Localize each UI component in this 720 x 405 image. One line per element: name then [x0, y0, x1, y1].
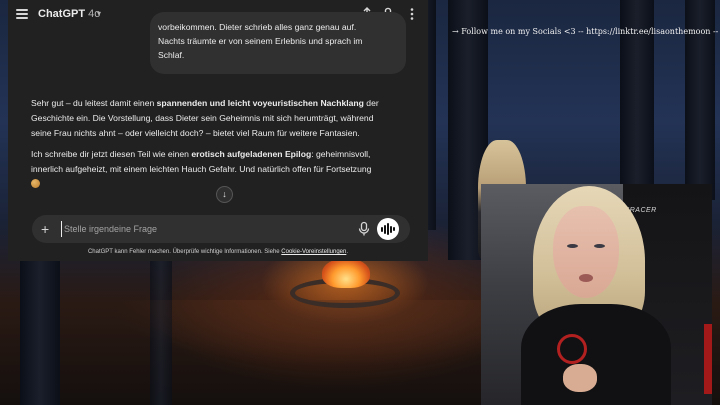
- scroll-down-button[interactable]: ↓: [216, 186, 233, 203]
- disclaimer: ChatGPT kann Fehler machen. Überprüfe wi…: [8, 249, 428, 255]
- cookie-settings-link[interactable]: Cookie-Voreinstellungen: [281, 249, 346, 255]
- streamer-face: [553, 206, 619, 298]
- streamer-hand: [563, 364, 597, 392]
- arrow-down-icon: ↓: [222, 189, 227, 199]
- user-message: vorbeikommen. Dieter schrieb alles ganz …: [150, 12, 406, 74]
- reply-bold: spannenden und leicht voyeuristischen Na…: [156, 98, 364, 108]
- reply-text: innerlich aufgeheizt, mit einem leichten…: [31, 164, 372, 174]
- reply-paragraph-2: Ich schreibe dir jetzt diesen Teil wie e…: [31, 147, 411, 192]
- chatgpt-window: ChatGPT 4o ▾ vorbeikommen. Dieter schrie…: [8, 0, 428, 261]
- chair-accent: [704, 324, 712, 394]
- reply-paragraph-1: Sehr gut – du leitest damit einen spanne…: [31, 96, 411, 141]
- message-composer: +: [32, 215, 410, 243]
- streamer-shirt: [521, 304, 671, 405]
- mic-icon[interactable]: [357, 221, 371, 237]
- reply-text: Ich schreibe dir jetzt diesen Teil wie e…: [31, 149, 192, 159]
- user-message-line: Schlaf.: [158, 50, 185, 60]
- social-links-overlay: → Follow me on my Socials <3 -- https://…: [452, 27, 719, 36]
- menu-icon[interactable]: [16, 9, 28, 19]
- webcam-feed: DXRACER: [481, 184, 712, 405]
- disclaimer-end: .: [346, 249, 349, 255]
- eye: [594, 244, 605, 248]
- plus-icon[interactable]: +: [41, 220, 49, 238]
- mouth: [579, 274, 593, 282]
- reply-text: Sehr gut – du leitest damit einen: [31, 98, 157, 108]
- user-message-line: vorbeikommen. Dieter schrieb alles ganz …: [158, 22, 357, 32]
- reply-text: Geschichte ein. Die Vorstellung, dass Di…: [31, 113, 374, 123]
- model-selector[interactable]: ChatGPT 4o: [38, 8, 100, 20]
- user-message-line: Nachts träumte er von seinem Erlebnis un…: [158, 36, 363, 46]
- campfire: [322, 258, 370, 288]
- eye: [567, 244, 578, 248]
- reply-text: seine Frau nichts ahnt – oder vielleicht…: [31, 128, 360, 138]
- more-icon[interactable]: [404, 6, 420, 22]
- disclaimer-text: ChatGPT kann Fehler machen. Überprüfe wi…: [87, 249, 282, 255]
- prompt-input[interactable]: [61, 221, 351, 237]
- voice-mode-icon[interactable]: [377, 218, 399, 240]
- reply-bold: erotisch aufgeladenen Epilog: [191, 149, 312, 159]
- app-title: ChatGPT: [38, 8, 86, 20]
- reply-text: : geheimnisvoll,: [311, 149, 371, 159]
- chevron-down-icon[interactable]: ▾: [97, 9, 101, 18]
- cookie-emoji-icon: [31, 179, 40, 188]
- shirt-logo: [557, 334, 587, 364]
- reply-text: der: [363, 98, 379, 108]
- assistant-message: Sehr gut – du leitest damit einen spanne…: [31, 96, 411, 198]
